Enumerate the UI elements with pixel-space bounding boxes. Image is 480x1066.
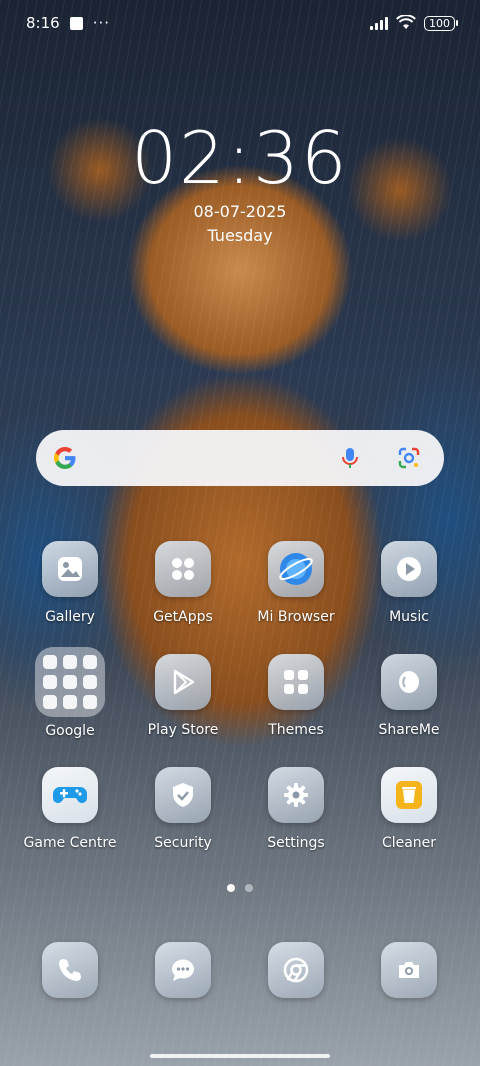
google-g-icon [54, 447, 76, 469]
google-lens-icon[interactable] [396, 445, 422, 471]
signal-icon [370, 16, 388, 30]
app-music[interactable]: Music [354, 541, 464, 625]
app-game-centre[interactable]: Game Centre [15, 767, 125, 851]
app-themes[interactable]: Themes [241, 654, 351, 738]
clock-time[interactable]: 02:36 [0, 116, 480, 200]
status-bar: 8:16 ··· 100 [26, 10, 458, 36]
app-label: Music [389, 609, 429, 625]
app-label: Game Centre [23, 835, 117, 851]
voice-search-icon[interactable] [338, 446, 362, 470]
google-search-bar[interactable] [36, 430, 444, 486]
notification-icon [69, 16, 83, 30]
wifi-icon [396, 15, 416, 29]
app-label: Themes [268, 722, 324, 738]
getapps-icon [155, 541, 211, 597]
battery-icon: 100 [424, 15, 458, 31]
phone-icon [42, 942, 98, 998]
dock-camera[interactable] [354, 942, 464, 998]
app-security[interactable]: Security [128, 767, 238, 851]
more-notifications-icon: ··· [92, 14, 110, 32]
page-indicator[interactable] [0, 884, 480, 892]
shareme-icon [381, 654, 437, 710]
app-label: Cleaner [381, 835, 437, 851]
themes-icon [268, 654, 324, 710]
game-centre-icon [42, 767, 98, 823]
app-label: Security [154, 835, 212, 851]
settings-icon [268, 767, 324, 823]
app-getapps[interactable]: GetApps [128, 541, 238, 625]
security-icon [155, 767, 211, 823]
app-gallery[interactable]: Gallery [15, 541, 125, 625]
battery-level: 100 [424, 15, 455, 31]
app-label: ShareMe [378, 722, 440, 738]
cleaner-icon [381, 767, 437, 823]
gesture-home-bar[interactable] [150, 1054, 330, 1058]
app-google-folder[interactable]: Google [15, 647, 125, 739]
app-shareme[interactable]: ShareMe [354, 654, 464, 738]
page-dot-active [227, 884, 235, 892]
app-label: Mi Browser [257, 609, 335, 625]
gallery-icon [42, 541, 98, 597]
app-label: GetApps [153, 609, 213, 625]
app-play-store[interactable]: Play Store [128, 654, 238, 738]
dock-phone[interactable] [15, 942, 125, 998]
play-store-icon [155, 654, 211, 710]
dock-chrome[interactable] [241, 942, 351, 998]
app-mi-browser[interactable]: Mi Browser [241, 541, 351, 625]
messages-icon [155, 942, 211, 998]
mi-browser-icon [268, 541, 324, 597]
chrome-icon [268, 942, 324, 998]
app-cleaner[interactable]: Cleaner [354, 767, 464, 851]
dock-messages[interactable] [128, 942, 238, 998]
clock-day: Tuesday [207, 226, 273, 245]
app-label: Google [45, 723, 95, 739]
camera-icon [381, 942, 437, 998]
app-label: Settings [267, 835, 325, 851]
clock-date: 08-07-2025 [193, 202, 287, 221]
status-time: 8:16 [26, 14, 60, 32]
page-dot [245, 884, 253, 892]
google-folder-icon [35, 647, 105, 717]
music-icon [381, 541, 437, 597]
app-label: Play Store [147, 722, 219, 738]
app-label: Gallery [45, 609, 95, 625]
app-settings[interactable]: Settings [241, 767, 351, 851]
